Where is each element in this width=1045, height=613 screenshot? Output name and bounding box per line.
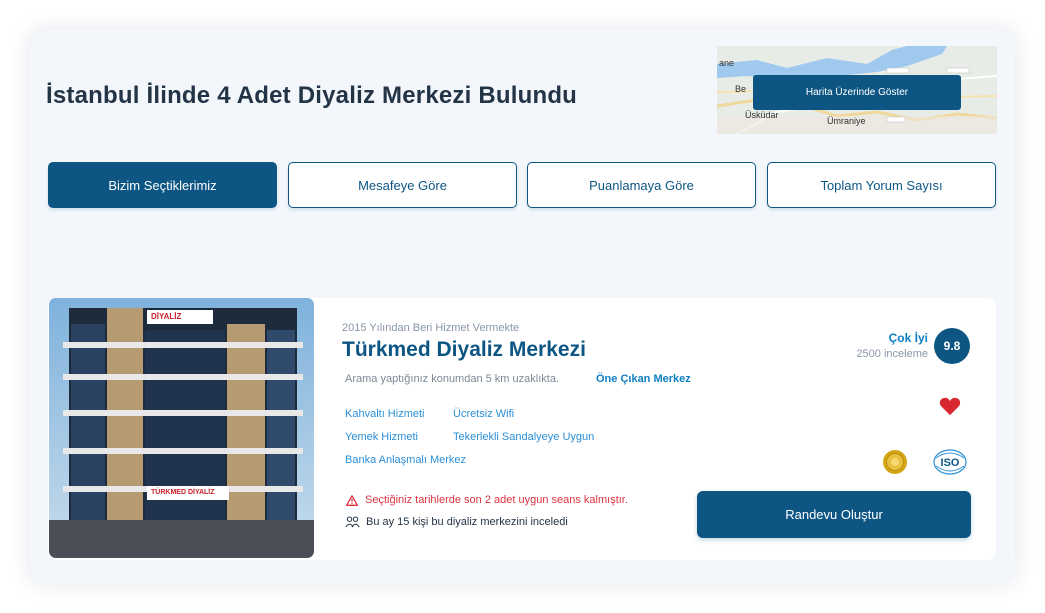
map-place-label: Ümraniye: [827, 116, 866, 126]
availability-warning: Seçtiğiniz tarihlerde son 2 adet uygun s…: [346, 494, 628, 506]
amenity-item: Ücretsiz Wifi: [453, 408, 515, 420]
building-sign: DİYALİZ: [151, 312, 182, 321]
map-place-label: ane: [719, 58, 735, 68]
center-name-link[interactable]: Türkmed Diyaliz Merkezi: [342, 338, 586, 362]
viewers-text: Bu ay 15 kişi bu diyaliz merkezini incel…: [366, 516, 568, 528]
score-badge: 9.8: [934, 328, 970, 364]
building-sign: TÜRKMED DİYALİZ: [151, 489, 215, 496]
map-place-label: Be: [735, 84, 747, 94]
people-icon: [345, 516, 360, 528]
map-place-label: Üsküdar: [745, 110, 779, 120]
featured-badge: Öne Çıkan Merkez: [596, 373, 691, 385]
review-count: 2500 inceleme: [856, 348, 928, 360]
result-card: DİYALİZ TÜRKMED DİYALİZ 2015 Yılından Be…: [48, 298, 996, 560]
iso-label: ISO: [941, 457, 960, 469]
create-appointment-button[interactable]: Randevu Oluştur: [697, 491, 971, 538]
tab-our-picks[interactable]: Bizim Seçtiklerimiz: [48, 162, 277, 208]
show-on-map-button[interactable]: Harita Üzerinde Göster: [753, 75, 961, 110]
page-title: İstanbul İlinde 4 Adet Diyaliz Merkezi B…: [46, 82, 578, 109]
tab-by-review-count[interactable]: Toplam Yorum Sayısı: [767, 162, 996, 208]
results-panel: İstanbul İlinde 4 Adet Diyaliz Merkezi B…: [30, 30, 1015, 583]
amenity-item: Tekerlekli Sandalyeye Uygun: [453, 431, 595, 443]
warning-triangle-icon: [346, 494, 358, 506]
viewers-info: Bu ay 15 kişi bu diyaliz merkezini incel…: [345, 516, 568, 528]
iso-certificate-icon: ISO: [933, 449, 967, 475]
map-preview[interactable]: ane Be Üsküdar Ümraniye Harita Üzerinde …: [717, 46, 997, 134]
gold-medal-icon: [883, 450, 907, 474]
center-photo[interactable]: DİYALİZ TÜRKMED DİYALİZ: [49, 298, 314, 558]
amenity-item: Kahvaltı Hizmeti: [345, 408, 425, 420]
amenity-item: Banka Anlaşmalı Merkez: [345, 454, 467, 466]
building-illustration: [49, 298, 314, 558]
tab-by-distance[interactable]: Mesafeye Göre: [288, 162, 517, 208]
amenity-item: Yemek Hizmeti: [345, 431, 418, 443]
service-since-text: 2015 Yılından Beri Hizmet Vermekte: [342, 322, 520, 334]
tab-by-rating[interactable]: Puanlamaya Göre: [527, 162, 756, 208]
warning-text: Seçtiğiniz tarihlerde son 2 adet uygun s…: [365, 494, 628, 506]
rating-label: Çok İyi: [888, 331, 928, 345]
distance-text: Arama yaptığınız konumdan 5 km uzaklıkta…: [345, 373, 559, 385]
favorite-heart-icon[interactable]: [939, 396, 961, 416]
